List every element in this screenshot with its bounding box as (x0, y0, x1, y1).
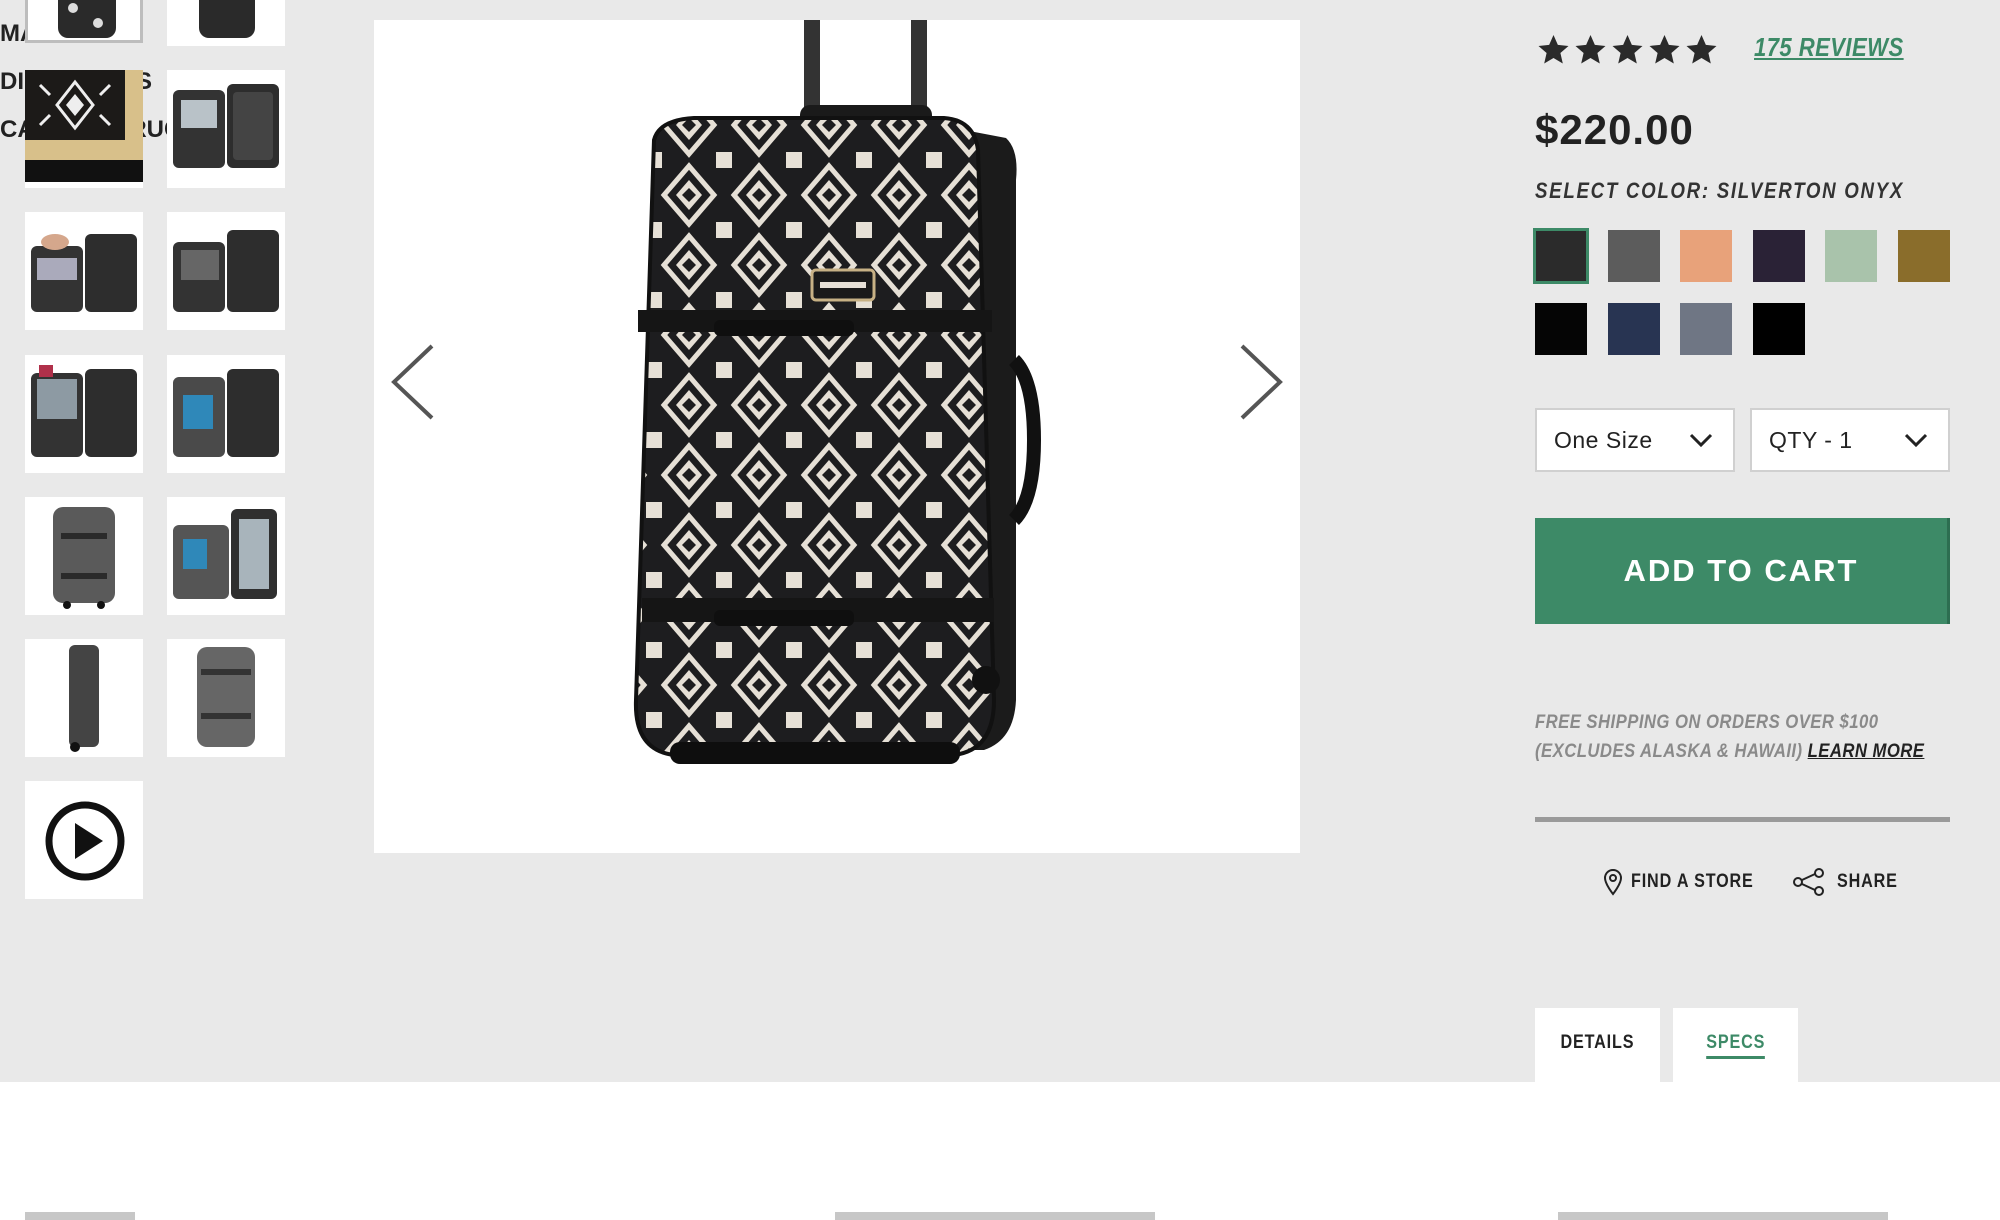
thumb-open-packed[interactable] (167, 211, 285, 330)
thumb-bag-front-active[interactable] (25, 0, 143, 43)
dimensions-text-partial (835, 1211, 1155, 1220)
star-icon (1612, 34, 1643, 64)
star-rating (1535, 32, 1720, 68)
thumb-side-view[interactable] (25, 638, 143, 757)
color-swatch[interactable] (1533, 227, 1589, 284)
color-swatch[interactable] (1752, 302, 1805, 355)
add-to-cart-button[interactable]: ADD TO CART (1535, 517, 1950, 624)
color-swatch[interactable] (1897, 229, 1950, 282)
tab-details[interactable]: DETAILS (1535, 1007, 1660, 1084)
color-swatch[interactable] (1752, 229, 1805, 282)
divider (1535, 816, 1950, 822)
size-select-value: One Size (1554, 426, 1653, 453)
color-swatch[interactable] (1535, 302, 1587, 355)
chevron-right-icon (1240, 344, 1283, 420)
reviews-link[interactable]: 175 REVIEWS (1754, 32, 1904, 63)
thumb-pattern-swatch[interactable] (25, 69, 143, 188)
star-icon (1649, 34, 1680, 64)
thumb-open-blue[interactable] (167, 354, 285, 473)
chevron-down-icon (1904, 433, 1928, 448)
color-swatch[interactable] (1680, 229, 1732, 282)
materials-text-partial (25, 1211, 135, 1220)
size-select[interactable]: One Size (1535, 407, 1735, 472)
next-image-arrow[interactable] (1236, 342, 1286, 422)
chevron-down-icon (1689, 433, 1713, 448)
thumb-grey-side[interactable] (167, 638, 285, 757)
tab-specs-label: SPECS (1705, 1032, 1765, 1059)
thumb-grey-front[interactable] (25, 496, 143, 615)
quantity-select-value: QTY - 1 (1769, 426, 1853, 453)
share-link[interactable]: SHARE (1793, 867, 1909, 896)
select-color-label: SELECT COLOR: SILVERTON ONYX (1535, 177, 1905, 203)
map-pin-icon (1603, 868, 1623, 896)
find-a-store-link[interactable]: FIND A STORE (1603, 868, 1775, 896)
thumb-open-interior[interactable] (167, 69, 285, 188)
main-product-image (374, 19, 1300, 853)
previous-image-arrow[interactable] (388, 342, 438, 422)
care-text-partial (1558, 1211, 1888, 1220)
color-swatch[interactable] (1607, 302, 1660, 355)
color-swatch[interactable] (1607, 229, 1660, 282)
thumb-grey-open[interactable] (167, 496, 285, 615)
specs-section (0, 1081, 2000, 1220)
color-swatch[interactable] (1825, 229, 1877, 282)
tab-specs[interactable]: SPECS (1673, 1007, 1798, 1084)
star-icon (1575, 34, 1606, 64)
thumb-bag-back[interactable] (167, 0, 285, 46)
thumb-video-play[interactable] (25, 780, 143, 899)
star-icon (1538, 34, 1569, 64)
thumb-open-red[interactable] (25, 354, 143, 473)
share-icon (1793, 867, 1824, 896)
chevron-left-icon (391, 344, 434, 420)
product-price: $220.00 (1535, 105, 1694, 153)
rolling-duffel-bag-image (633, 19, 1042, 764)
quantity-select[interactable]: QTY - 1 (1750, 407, 1950, 472)
thumb-packing-hands[interactable] (25, 211, 143, 330)
find-a-store-label: FIND A STORE (1631, 870, 1754, 892)
color-swatch[interactable] (1680, 302, 1732, 355)
share-label: SHARE (1837, 870, 1898, 892)
learn-more-link[interactable]: LEARN MORE (1808, 741, 1925, 762)
tab-details-label: DETAILS (1560, 1031, 1635, 1053)
free-shipping-note: FREE SHIPPING ON ORDERS OVER $100 (EXCLU… (1535, 708, 1949, 766)
star-icon (1686, 34, 1717, 64)
